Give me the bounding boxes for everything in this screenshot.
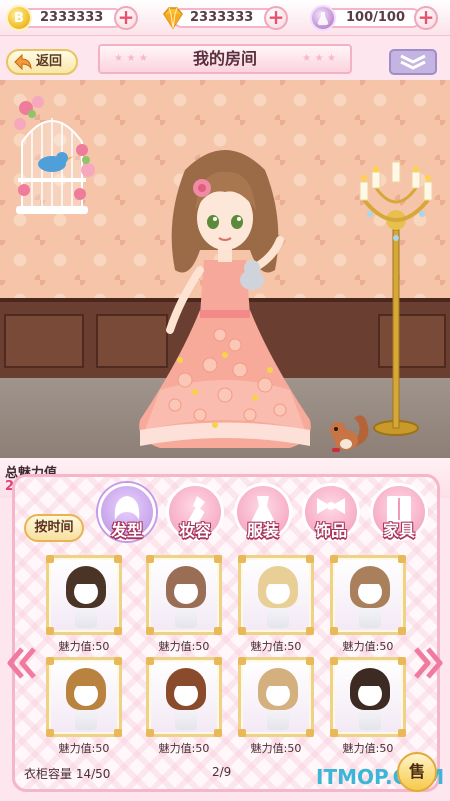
tab-label: 发型 bbox=[110, 521, 143, 540]
tab-hairstyle[interactable]: 发型 bbox=[98, 483, 156, 541]
tab-label: 家具 bbox=[382, 521, 415, 540]
tab-clothing[interactable]: 服装 bbox=[234, 483, 292, 541]
coin-value: 2333333 bbox=[40, 10, 104, 25]
page-title-ribbon: ★ ★ ★ 我的房间 ★ ★ ★ bbox=[98, 44, 352, 74]
potion-icon bbox=[310, 5, 336, 31]
back-button[interactable]: 返回 bbox=[6, 49, 78, 75]
wardrobe-capacity: 衣柜容量 14/50 bbox=[24, 767, 111, 781]
item-charm-value: 魅力值:50 bbox=[58, 640, 110, 653]
item-charm-value: 魅力值:50 bbox=[58, 742, 110, 755]
item-frame bbox=[238, 555, 314, 635]
energy-counter: 100/100 + bbox=[310, 5, 446, 31]
item-frame bbox=[330, 657, 406, 737]
energy-value: 100/100 bbox=[346, 10, 406, 25]
hairstyle-item[interactable]: 魅力值:50 bbox=[146, 555, 222, 655]
tab-accessories[interactable]: 饰品 bbox=[302, 483, 360, 541]
item-frame bbox=[46, 555, 122, 635]
diamond-icon bbox=[160, 5, 186, 31]
item-charm-value: 魅力值:50 bbox=[342, 640, 394, 653]
floor-lamp-icon bbox=[359, 161, 433, 436]
birdcage-icon bbox=[14, 96, 95, 214]
next-page-button[interactable] bbox=[414, 645, 444, 681]
prev-page-button[interactable] bbox=[6, 645, 36, 681]
item-frame bbox=[146, 555, 222, 635]
item-charm-value: 魅力值:50 bbox=[158, 640, 210, 653]
coin-counter: B 2333333 + bbox=[6, 5, 138, 31]
sort-by-time-button[interactable]: 按时间 bbox=[24, 514, 84, 542]
back-label: 返回 bbox=[36, 54, 63, 69]
coin-icon: B bbox=[6, 5, 32, 31]
star-decoration-icon: ★ ★ ★ bbox=[302, 53, 336, 64]
tab-furniture[interactable]: 家具 bbox=[370, 483, 428, 541]
gem-counter: 2333333 + bbox=[160, 5, 290, 31]
room-scene bbox=[0, 80, 450, 458]
item-frame bbox=[330, 555, 406, 635]
tab-makeup[interactable]: 妆容 bbox=[166, 483, 224, 541]
add-coins-button[interactable]: + bbox=[114, 6, 138, 30]
back-arrow-icon bbox=[14, 54, 32, 70]
page-indicator: 2/9 bbox=[212, 765, 232, 779]
hairstyle-item[interactable]: 魅力值:50 bbox=[46, 657, 122, 757]
collapse-menu-button[interactable] bbox=[389, 49, 437, 75]
title-bar: 返回 ★ ★ ★ 我的房间 ★ ★ ★ bbox=[0, 41, 450, 79]
tab-label: 饰品 bbox=[314, 521, 347, 540]
item-frame bbox=[46, 657, 122, 737]
resource-bar: B 2333333 + 2333333 + 100/100 + bbox=[0, 0, 450, 36]
add-gems-button[interactable]: + bbox=[264, 6, 288, 30]
star-decoration-icon: ★ ★ ★ bbox=[114, 53, 148, 64]
item-frame bbox=[146, 657, 222, 737]
item-frame bbox=[238, 657, 314, 737]
hairstyle-item[interactable]: 魅力值:50 bbox=[46, 555, 122, 655]
tab-label: 妆容 bbox=[178, 521, 211, 540]
sell-button[interactable]: 售 bbox=[397, 752, 437, 792]
avatar-character[interactable] bbox=[100, 130, 350, 455]
hairstyle-item[interactable]: 魅力值:50 bbox=[238, 657, 314, 757]
hairstyle-item[interactable]: 魅力值:50 bbox=[330, 555, 406, 655]
page-title: 我的房间 bbox=[192, 49, 257, 68]
hairstyle-item[interactable]: 魅力值:50 bbox=[238, 555, 314, 655]
add-energy-button[interactable]: + bbox=[414, 6, 438, 30]
gem-value: 2333333 bbox=[190, 10, 254, 25]
chevron-left-icon bbox=[7, 647, 36, 679]
chevron-right-icon bbox=[414, 647, 443, 679]
tab-label: 服装 bbox=[246, 521, 279, 540]
item-charm-value: 魅力值:50 bbox=[342, 742, 394, 755]
item-charm-value: 魅力值:50 bbox=[250, 640, 302, 653]
hairstyle-item[interactable]: 魅力值:50 bbox=[146, 657, 222, 757]
hairstyle-item[interactable]: 魅力值:50 bbox=[330, 657, 406, 757]
item-charm-value: 魅力值:50 bbox=[158, 742, 210, 755]
item-charm-value: 魅力值:50 bbox=[250, 742, 302, 755]
